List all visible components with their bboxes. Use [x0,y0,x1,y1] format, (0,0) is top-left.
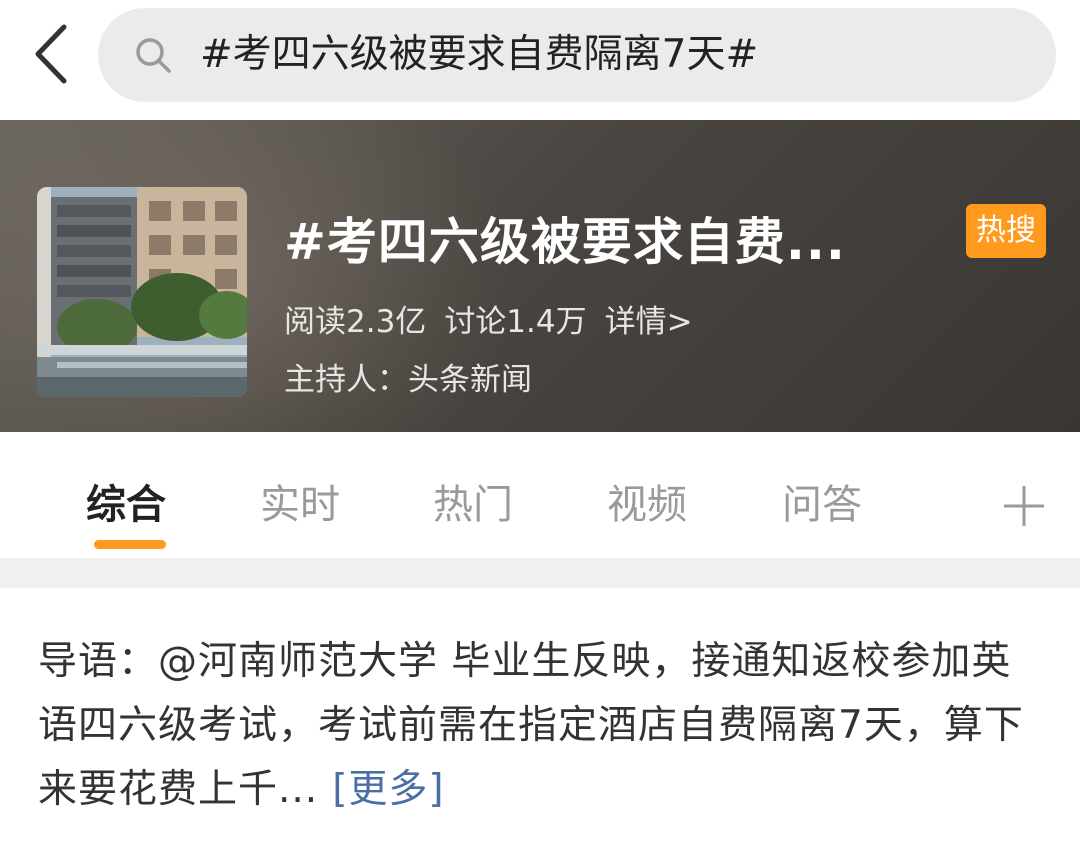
tab-comprehensive[interactable]: 综合 [86,472,166,530]
details-link[interactable]: 详情> [605,304,693,340]
search-icon [136,38,171,73]
hot-search-badge: 热搜 [966,204,1046,258]
discussion-count: 讨论1.4万 [444,304,587,340]
topic-host: 主持人：头条新闻 [284,362,532,398]
tab-popular[interactable]: 热门 [433,472,513,530]
tab-realtime[interactable]: 实时 [260,472,340,530]
topic-intro: 导语：@河南师范大学 毕业生反映，接通知返校参加英语四六级考试，考试前需在指定酒… [38,630,1048,822]
tab-bar: 综合 实时 热门 视频 问答 [0,432,1080,558]
section-divider [0,558,1080,588]
topic-header: #考四六级被要求自费... 热搜 阅读2.3亿 讨论1.4万 详情> 主持人：头条新… [0,120,1080,432]
more-link[interactable]: [更多] [332,767,444,812]
plus-icon[interactable] [1002,484,1046,528]
topic-stats: 阅读2.3亿 讨论1.4万 详情> [284,296,711,341]
search-query[interactable]: #考四六级被要求自费隔离7天# [200,8,758,102]
back-button[interactable] [22,22,78,86]
search-box[interactable]: #考四六级被要求自费隔离7天# [98,8,1056,102]
read-count: 阅读2.3亿 [284,304,427,340]
intro-text: 导语：@河南师范大学 毕业生反映，接通知返校参加英语四六级考试，考试前需在指定酒… [38,639,1024,812]
tab-qa[interactable]: 问答 [782,472,862,530]
topic-cover-image [37,187,247,397]
active-tab-indicator [94,540,166,549]
tab-video[interactable]: 视频 [607,472,687,530]
chevron-left-icon [35,24,67,84]
top-bar: #考四六级被要求自费隔离7天# [0,0,1080,120]
topic-title: #考四六级被要求自费... [284,213,846,271]
